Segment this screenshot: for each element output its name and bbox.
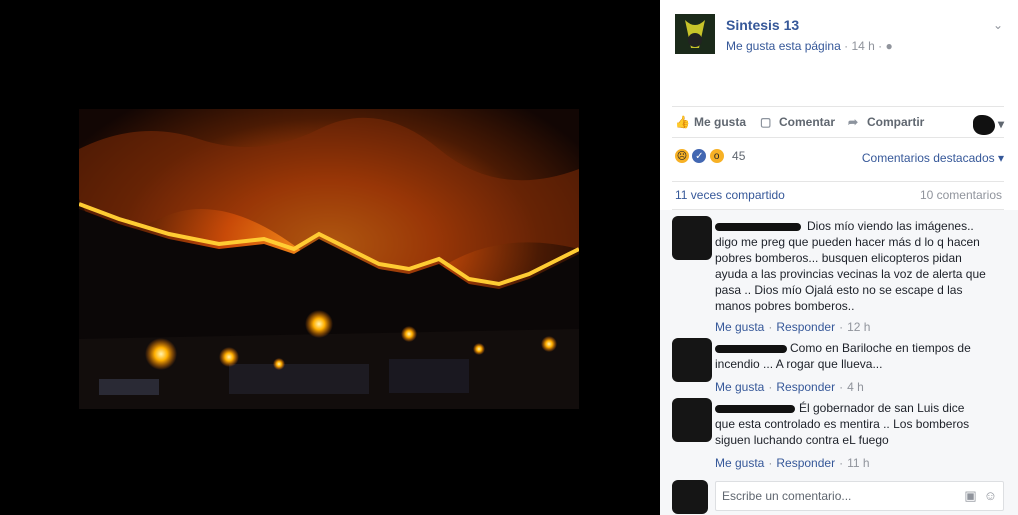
comment-item: Dios mío viendo las imágenes.. digo me p…	[672, 216, 1004, 334]
like-label: Me gusta	[694, 115, 747, 129]
comment-actions: Me gusta · Responder · 11 h	[715, 456, 870, 470]
emoji-icon[interactable]: ☺	[984, 488, 997, 503]
avatar[interactable]	[672, 216, 712, 260]
reactions-summary[interactable]: ☹ ✓ o 45	[674, 148, 745, 168]
comment-input[interactable]	[716, 482, 936, 510]
chevron-down-icon[interactable]: ⌄	[993, 18, 1003, 32]
post-meta: Me gusta esta página · 14 h · ●	[726, 39, 893, 53]
comment-label: Comentar	[779, 115, 836, 129]
comment-icon: ▢	[760, 115, 772, 129]
page-name[interactable]: Sintesis 13	[726, 17, 799, 33]
chevron-down-icon: ▾	[997, 117, 1004, 132]
share-count-link[interactable]: 11 veces compartido	[675, 188, 785, 202]
comment-sort-label: Comentarios destacados	[861, 151, 995, 165]
comment-body: Él gobernador de san Luis dice que esta …	[715, 401, 970, 447]
caret-down-icon: ▾	[997, 151, 1004, 165]
photo-viewer	[0, 0, 660, 515]
comment-actions: Me gusta · Responder · 12 h	[715, 320, 871, 334]
comment-time[interactable]: 4 h	[847, 380, 864, 394]
comment-body: Como en Bariloche en tiempos de incendio…	[715, 341, 971, 371]
comment-sort-dropdown[interactable]: Comentarios destacados ▾	[862, 151, 1004, 165]
comment-actions: Me gusta · Responder · 4 h	[715, 380, 864, 394]
comment-body: Dios mío viendo las imágenes.. digo me p…	[715, 219, 986, 313]
comment-reply-link[interactable]: Responder	[776, 320, 835, 334]
comment-item: Como en Bariloche en tiempos de incendio…	[672, 338, 1004, 394]
thumbs-up-icon: 👍	[675, 115, 690, 129]
share-label: Compartir	[867, 115, 925, 129]
share-button[interactable]: ➦ Compartir	[848, 115, 924, 129]
comment-count[interactable]: 10 comentarios	[920, 188, 1002, 202]
comment-time[interactable]: 11 h	[847, 456, 869, 470]
post-time[interactable]: 14 h	[851, 39, 874, 53]
wow-reaction-icon: o	[708, 148, 725, 164]
comment-button[interactable]: ▢ Comentar	[760, 115, 835, 129]
avatar[interactable]	[672, 398, 712, 442]
post-header: Sintesis 13 Me gusta esta página · 14 h …	[675, 14, 1003, 58]
share-as-selector[interactable]: ▾	[972, 115, 1004, 135]
post-action-bar: 👍 Me gusta ▢ Comentar ➦ Compartir ▾	[672, 106, 1004, 138]
comment-reply-link[interactable]: Responder	[776, 380, 835, 394]
camera-icon[interactable]: ▣	[964, 488, 976, 503]
post-photo[interactable]	[79, 109, 579, 409]
like-reaction-icon: ✓	[691, 148, 708, 164]
comment-like-link[interactable]: Me gusta	[715, 380, 764, 394]
comment-composer: ▣☺	[672, 480, 1004, 514]
comment-time[interactable]: 12 h	[847, 320, 870, 334]
post-side-panel: Sintesis 13 Me gusta esta página · 14 h …	[660, 0, 1018, 515]
comment-text: Dios mío viendo las imágenes.. digo me p…	[715, 218, 987, 314]
reaction-count: 45	[732, 149, 746, 163]
comment-like-link[interactable]: Me gusta	[715, 456, 764, 470]
avatar[interactable]	[672, 338, 712, 382]
comment-input-box[interactable]: ▣☺	[715, 481, 1004, 511]
avatar	[672, 480, 708, 514]
comments-list: Dios mío viendo las imágenes.. digo me p…	[660, 210, 1018, 515]
sad-reaction-icon: ☹	[674, 148, 690, 164]
comment-like-link[interactable]: Me gusta	[715, 320, 764, 334]
like-page-link[interactable]: Me gusta esta página	[726, 39, 841, 53]
page-avatar[interactable]	[675, 14, 715, 54]
composer-icons: ▣ ☺	[957, 488, 997, 504]
comment-reply-link[interactable]: Responder	[776, 456, 835, 470]
share-icon: ➦	[848, 115, 859, 129]
avatar	[972, 115, 995, 135]
comment-text: Como en Bariloche en tiempos de incendio…	[715, 340, 987, 372]
comment-text: Él gobernador de san Luis dice que esta …	[715, 400, 987, 448]
page-logo-icon	[675, 14, 715, 54]
divider	[672, 181, 1004, 182]
wildfire-night-image	[79, 109, 579, 409]
like-button[interactable]: 👍 Me gusta	[675, 115, 746, 129]
comment-item: Él gobernador de san Luis dice que esta …	[672, 398, 1004, 470]
globe-icon: ●	[885, 39, 893, 53]
